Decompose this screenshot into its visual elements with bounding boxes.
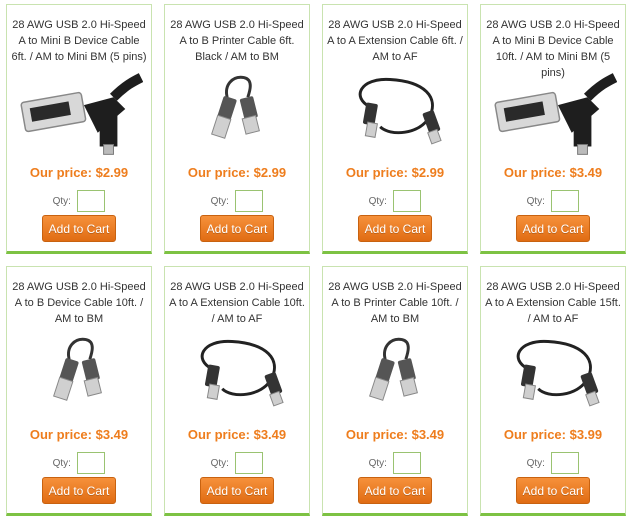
- quantity-row: Qty:: [323, 190, 467, 212]
- usb-a-to-b-cable-icon: [53, 337, 102, 401]
- usb-extension-coil-icon: [358, 78, 442, 145]
- product-title[interactable]: 28 AWG USB 2.0 Hi-Speed A to Mini B Devi…: [485, 17, 621, 79]
- product-price: Our price: $2.99: [29, 165, 129, 180]
- add-to-cart-button[interactable]: Add to Cart: [200, 215, 274, 242]
- product-image[interactable]: [489, 329, 617, 421]
- quantity-input[interactable]: [235, 452, 264, 474]
- quantity-label: Qty:: [52, 195, 71, 207]
- quantity-label: Qty:: [368, 195, 387, 207]
- usb-extension-coil-icon: [200, 340, 284, 407]
- quantity-row: Qty:: [323, 452, 467, 474]
- product-image[interactable]: [173, 329, 301, 421]
- product-card: 28 AWG USB 2.0 Hi-Speed A to A Extension…: [322, 4, 468, 254]
- product-image[interactable]: [331, 67, 459, 159]
- add-to-cart-button[interactable]: Add to Cart: [516, 477, 590, 504]
- product-price: Our price: $3.49: [29, 427, 129, 442]
- product-card: 28 AWG USB 2.0 Hi-Speed A to A Extension…: [164, 266, 310, 516]
- quantity-input[interactable]: [77, 190, 106, 212]
- quantity-input[interactable]: [393, 452, 422, 474]
- product-price: Our price: $2.99: [345, 165, 445, 180]
- usb-a-to-mini-b-closeup-icon: [494, 73, 617, 155]
- product-image[interactable]: [173, 67, 301, 159]
- add-to-cart-button[interactable]: Add to Cart: [42, 215, 116, 242]
- product-title[interactable]: 28 AWG USB 2.0 Hi-Speed A to B Printer C…: [169, 17, 305, 65]
- quantity-row: Qty:: [481, 452, 625, 474]
- product-card: 28 AWG USB 2.0 Hi-Speed A to B Device Ca…: [6, 266, 152, 516]
- product-image[interactable]: [489, 67, 617, 159]
- product-grid: 28 AWG USB 2.0 Hi-Speed A to Mini B Devi…: [0, 0, 632, 524]
- add-to-cart-button[interactable]: Add to Cart: [42, 477, 116, 504]
- product-title[interactable]: 28 AWG USB 2.0 Hi-Speed A to Mini B Devi…: [11, 17, 147, 65]
- quantity-row: Qty:: [7, 452, 151, 474]
- quantity-label: Qty:: [210, 195, 229, 207]
- product-price: Our price: $3.99: [503, 427, 603, 442]
- product-card: 28 AWG USB 2.0 Hi-Speed A to B Printer C…: [322, 266, 468, 516]
- quantity-label: Qty:: [526, 195, 545, 207]
- quantity-row: Qty:: [165, 190, 309, 212]
- product-title[interactable]: 28 AWG USB 2.0 Hi-Speed A to A Extension…: [169, 279, 305, 327]
- usb-a-to-b-cable-icon: [369, 337, 418, 401]
- quantity-label: Qty:: [52, 457, 71, 469]
- add-to-cart-button[interactable]: Add to Cart: [200, 477, 274, 504]
- product-title[interactable]: 28 AWG USB 2.0 Hi-Speed A to A Extension…: [327, 17, 463, 65]
- product-image[interactable]: [15, 67, 143, 159]
- quantity-input[interactable]: [551, 190, 580, 212]
- quantity-input[interactable]: [235, 190, 264, 212]
- product-image[interactable]: [331, 329, 459, 421]
- product-price: Our price: $2.99: [187, 165, 287, 180]
- quantity-row: Qty:: [165, 452, 309, 474]
- add-to-cart-button[interactable]: Add to Cart: [358, 215, 432, 242]
- quantity-label: Qty:: [526, 457, 545, 469]
- quantity-row: Qty:: [481, 190, 625, 212]
- quantity-label: Qty:: [368, 457, 387, 469]
- quantity-input[interactable]: [393, 190, 422, 212]
- product-title[interactable]: 28 AWG USB 2.0 Hi-Speed A to A Extension…: [485, 279, 621, 327]
- usb-extension-coil-icon: [516, 340, 600, 407]
- product-card: 28 AWG USB 2.0 Hi-Speed A to Mini B Devi…: [480, 4, 626, 254]
- quantity-input[interactable]: [551, 452, 580, 474]
- product-title[interactable]: 28 AWG USB 2.0 Hi-Speed A to B Device Ca…: [11, 279, 147, 327]
- product-price: Our price: $3.49: [345, 427, 445, 442]
- product-title[interactable]: 28 AWG USB 2.0 Hi-Speed A to B Printer C…: [327, 279, 463, 327]
- product-price: Our price: $3.49: [187, 427, 287, 442]
- product-image[interactable]: [15, 329, 143, 421]
- add-to-cart-button[interactable]: Add to Cart: [516, 215, 590, 242]
- usb-a-to-mini-b-closeup-icon: [20, 73, 143, 155]
- quantity-row: Qty:: [7, 190, 151, 212]
- product-card: 28 AWG USB 2.0 Hi-Speed A to A Extension…: [480, 266, 626, 516]
- product-price: Our price: $3.49: [503, 165, 603, 180]
- usb-a-to-b-cable-icon: [211, 75, 260, 139]
- quantity-label: Qty:: [210, 457, 229, 469]
- product-card: 28 AWG USB 2.0 Hi-Speed A to B Printer C…: [164, 4, 310, 254]
- add-to-cart-button[interactable]: Add to Cart: [358, 477, 432, 504]
- product-card: 28 AWG USB 2.0 Hi-Speed A to Mini B Devi…: [6, 4, 152, 254]
- quantity-input[interactable]: [77, 452, 106, 474]
